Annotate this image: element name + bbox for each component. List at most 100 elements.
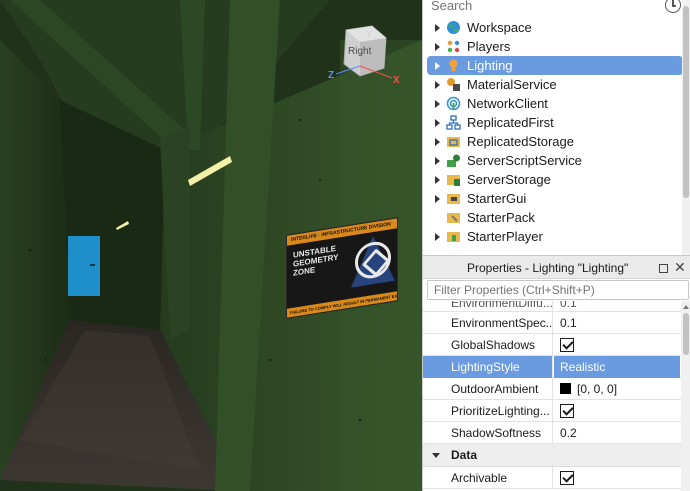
tree-item-label: StarterGui <box>467 191 527 206</box>
tree-item-label: Lighting <box>467 58 513 73</box>
section-label: Data <box>451 448 478 462</box>
color-value: [0, 0, 0] <box>577 382 618 396</box>
property-row[interactable]: EnvironmentDiffu... 0.1 <box>423 301 681 312</box>
axis-x-label: X <box>393 75 400 86</box>
search-history-icon[interactable] <box>665 0 681 13</box>
property-row[interactable]: EnvironmentSpec... 0.1 <box>423 312 681 334</box>
property-name: EnvironmentDiffu... <box>423 301 553 312</box>
scroll-up-icon[interactable] <box>683 305 689 309</box>
global-shadows-checkbox[interactable] <box>560 338 574 352</box>
property-row[interactable]: Archivable <box>423 467 681 489</box>
tree-item-workspace[interactable]: Workspace <box>429 18 685 37</box>
expand-arrow-icon[interactable] <box>435 62 440 70</box>
tree-item-label: ServerScriptService <box>467 153 582 168</box>
properties-scrollbar[interactable] <box>681 301 690 491</box>
tree-item-starterpack[interactable]: StarterPack <box>429 208 685 227</box>
color-swatch[interactable] <box>560 383 571 394</box>
property-row[interactable]: PrioritizeLighting... <box>423 400 681 422</box>
properties-title: Properties - Lighting "Lighting" <box>467 261 629 275</box>
tree-item-label: StarterPlayer <box>467 229 543 244</box>
property-name: ShadowSoftness <box>423 422 553 444</box>
tree-item-serverstorage[interactable]: ServerStorage <box>429 170 685 189</box>
expand-arrow-icon[interactable] <box>435 176 440 184</box>
expand-arrow-icon[interactable] <box>435 138 440 146</box>
players-icon <box>447 40 460 53</box>
properties-grid: EnvironmentDiffu... 0.1 EnvironmentSpec.… <box>423 301 681 491</box>
collapse-arrow-icon[interactable] <box>432 453 440 458</box>
property-row[interactable]: GlobalShadows <box>423 334 681 356</box>
tree-item-materialservice[interactable]: MaterialService <box>429 75 685 94</box>
property-row[interactable]: ShadowSoftness 0.2 <box>423 422 681 444</box>
property-name: LightingStyle <box>423 356 553 378</box>
expand-arrow-icon[interactable] <box>435 195 440 203</box>
tree-item-label: ServerStorage <box>467 172 551 187</box>
tree-item-starterplayer[interactable]: StarterPlayer <box>429 227 685 246</box>
replicated-storage-icon <box>447 137 460 147</box>
expand-arrow-icon[interactable] <box>435 233 440 241</box>
property-row[interactable]: LightingStyle Realistic <box>423 356 681 378</box>
poster-title: UNSTABLE GEOMETRY ZONE <box>293 243 339 278</box>
archivable-checkbox[interactable] <box>560 471 574 485</box>
tree-item-lighting[interactable]: Lighting <box>427 56 683 75</box>
expand-arrow-icon[interactable] <box>435 24 440 32</box>
expand-arrow-icon[interactable] <box>435 100 440 108</box>
property-value[interactable]: 0.1 <box>554 301 680 312</box>
explorer-tree: Workspace Players Lighting MaterialServi… <box>427 18 685 246</box>
property-value[interactable]: 0.2 <box>554 422 680 444</box>
property-name: EnvironmentSpec... <box>423 312 553 334</box>
tree-item-label: StarterPack <box>467 210 535 225</box>
tree-item-startergui[interactable]: StarterGui <box>429 189 685 208</box>
properties-header: Properties - Lighting "Lighting" ✕ <box>423 255 690 279</box>
property-value <box>554 334 680 356</box>
tree-item-label: NetworkClient <box>467 96 548 111</box>
server-script-service-icon <box>447 154 460 167</box>
tree-item-label: MaterialService <box>467 77 557 92</box>
expand-arrow-icon[interactable] <box>435 81 440 89</box>
expand-arrow-icon[interactable] <box>435 43 440 51</box>
material-service-icon <box>447 78 460 91</box>
starter-gui-icon <box>447 194 460 204</box>
property-value[interactable]: Realistic <box>554 356 680 378</box>
server-storage-icon <box>447 175 460 186</box>
axis-y-label: Y <box>366 29 373 39</box>
replicated-first-icon <box>446 115 461 130</box>
poster-subtitle <box>293 283 345 291</box>
property-name: Archivable <box>423 467 553 489</box>
tree-item-label: Players <box>467 39 511 54</box>
filter-properties-input[interactable] <box>428 281 688 299</box>
property-value[interactable]: [0, 0, 0] <box>554 378 680 400</box>
section-header-data[interactable]: Data <box>423 444 681 467</box>
blue-door <box>68 236 100 296</box>
property-value <box>554 467 680 489</box>
tree-item-label: ReplicatedStorage <box>467 134 574 149</box>
property-name: OutdoorAmbient <box>423 378 553 400</box>
tree-item-replicatedfirst[interactable]: ReplicatedFirst <box>429 113 685 132</box>
starter-player-icon <box>447 232 460 242</box>
float-panel-icon[interactable] <box>659 264 668 273</box>
3d-viewport[interactable]: Right Y Z X INTERLIFE · INFRASTRUCTURE D… <box>0 0 422 491</box>
expand-arrow-icon[interactable] <box>435 119 440 127</box>
axis-z-label: Z <box>328 70 335 81</box>
network-client-icon <box>446 96 461 111</box>
prioritize-lighting-checkbox[interactable] <box>560 404 574 418</box>
globe-icon <box>447 21 460 34</box>
property-value <box>554 400 680 422</box>
tree-item-replicatedstorage[interactable]: ReplicatedStorage <box>429 132 685 151</box>
expand-arrow-icon[interactable] <box>435 157 440 165</box>
close-icon[interactable]: ✕ <box>674 258 686 276</box>
property-value[interactable]: 0.1 <box>554 312 680 334</box>
explorer-search-input[interactable] <box>429 0 649 14</box>
properties-panel: Properties - Lighting "Lighting" ✕ Envir… <box>422 255 690 491</box>
properties-scroll-thumb[interactable] <box>683 313 689 355</box>
explorer-scroll-thumb[interactable] <box>683 6 689 198</box>
explorer-search <box>429 0 685 14</box>
starter-pack-icon <box>447 213 460 223</box>
explorer-scrollbar[interactable] <box>682 0 690 255</box>
tree-item-label: ReplicatedFirst <box>467 115 554 130</box>
tree-item-networkclient[interactable]: NetworkClient <box>429 94 685 113</box>
tree-item-label: Workspace <box>467 20 532 35</box>
tree-item-players[interactable]: Players <box>429 37 685 56</box>
warning-poster: INTERLIFE · INFRASTRUCTURE DIVISION UNST… <box>286 217 398 319</box>
tree-item-serverscriptservice[interactable]: ServerScriptService <box>429 151 685 170</box>
property-row[interactable]: OutdoorAmbient [0, 0, 0] <box>423 378 681 400</box>
